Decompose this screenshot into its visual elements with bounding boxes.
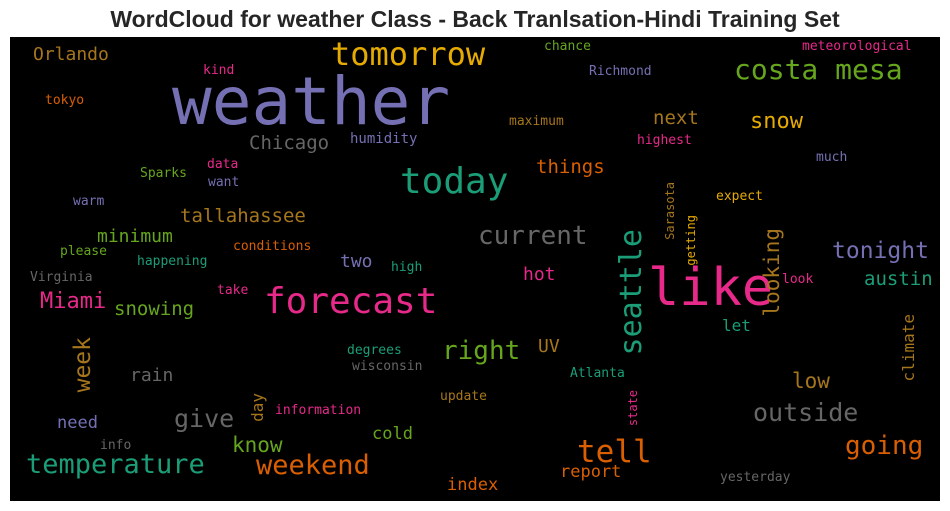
word-temperature: temperature xyxy=(26,449,205,480)
word-please: please xyxy=(60,244,107,259)
word-rain: rain xyxy=(130,365,174,386)
word-atlanta: Atlanta xyxy=(570,366,625,381)
word-like: like xyxy=(648,258,774,318)
word-climate: climate xyxy=(899,314,918,382)
word-want: want xyxy=(208,175,240,190)
word-index: index xyxy=(447,475,499,495)
word-degrees: degrees xyxy=(347,343,402,358)
word-maximum: maximum xyxy=(509,114,564,129)
word-forecast: forecast xyxy=(264,281,438,322)
word-conditions: conditions xyxy=(233,239,312,254)
word-current: current xyxy=(478,221,588,251)
word-happening: happening xyxy=(137,254,208,269)
word-data: data xyxy=(207,157,239,172)
word-tonight: tonight xyxy=(832,238,929,264)
word-give: give xyxy=(174,404,235,433)
word-update: update xyxy=(440,389,487,404)
word-state: state xyxy=(626,390,640,427)
word-week: week xyxy=(70,337,96,393)
word-day: day xyxy=(248,393,267,422)
word-let: let xyxy=(722,316,751,335)
chart-title: WordCloud for weather Class - Back Tranl… xyxy=(110,6,840,32)
word-weather: weather xyxy=(172,63,451,140)
word-uv: UV xyxy=(538,336,560,357)
word-chicago: Chicago xyxy=(249,132,330,154)
word-sarasota: Sarasota xyxy=(663,182,677,240)
word-know: know xyxy=(232,433,283,457)
word-orlando: Orlando xyxy=(33,44,109,65)
word-two: two xyxy=(340,251,373,272)
word-info: info xyxy=(100,438,132,453)
word-information: information xyxy=(275,403,362,418)
word-much: much xyxy=(816,150,848,165)
word-yesterday: yesterday xyxy=(720,470,791,485)
word-going: going xyxy=(845,431,924,461)
word-tokyo: tokyo xyxy=(45,93,85,108)
word-next: next xyxy=(653,107,699,129)
word-hot: hot xyxy=(523,264,556,285)
word-costa-mesa: costa mesa xyxy=(734,53,903,86)
word-richmond: Richmond xyxy=(589,64,652,79)
word-getting: getting xyxy=(684,215,698,266)
word-seattle: seattle xyxy=(614,229,649,356)
word-tomorrow: tomorrow xyxy=(331,37,486,73)
word-report: report xyxy=(560,462,622,482)
word-virginia: Virginia xyxy=(30,270,93,285)
word-humidity: humidity xyxy=(350,131,418,147)
word-outside: outside xyxy=(753,398,859,427)
word-things: things xyxy=(536,156,605,178)
word-cold: cold xyxy=(372,424,413,444)
word-high: high xyxy=(391,260,423,275)
word-wisconsin: wisconsin xyxy=(352,359,423,374)
word-need: need xyxy=(57,413,98,433)
word-sparks: Sparks xyxy=(140,166,187,181)
word-snow: snow xyxy=(750,109,803,134)
word-miami: Miami xyxy=(40,289,107,314)
word-kind: kind xyxy=(203,63,235,78)
word-today: today xyxy=(400,161,509,202)
word-right: right xyxy=(442,336,521,366)
word-austin: austin xyxy=(864,268,933,290)
word-meteorological: meteorological xyxy=(802,39,912,54)
word-tallahassee: tallahassee xyxy=(180,205,306,227)
word-snowing: snowing xyxy=(114,298,195,320)
word-take: take xyxy=(217,283,249,298)
word-expect: expect xyxy=(716,189,763,204)
word-looking: looking xyxy=(760,228,784,317)
word-cloud: weather tomorrow costa mesa like today f… xyxy=(10,37,940,501)
word-minimum: minimum xyxy=(97,226,173,247)
word-low: low xyxy=(792,369,830,393)
word-highest: highest xyxy=(637,133,692,148)
word-look: look xyxy=(782,272,814,287)
word-warm: warm xyxy=(73,194,105,209)
word-chance: chance xyxy=(544,39,591,54)
